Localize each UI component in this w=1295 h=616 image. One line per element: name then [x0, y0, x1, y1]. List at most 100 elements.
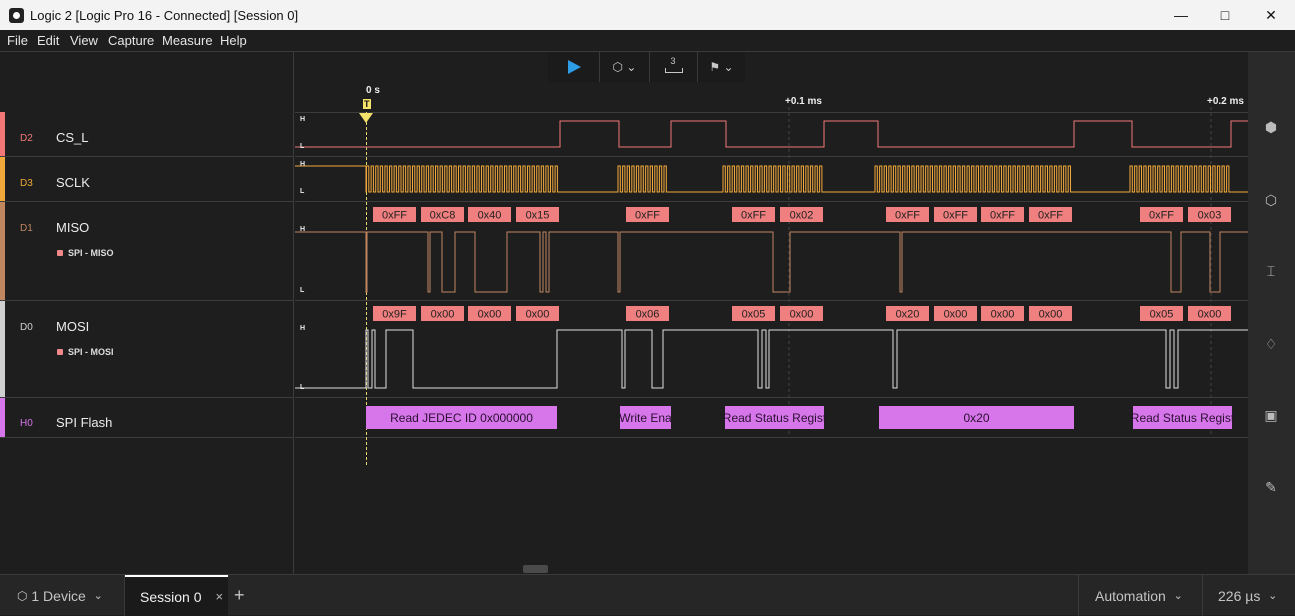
mosi-byte-label: 0x20 — [896, 309, 920, 321]
status-bar: ⬡ 1 Device ⌄ Session 0 × + Automation ⌄ … — [0, 574, 1295, 616]
trigger-label: T — [363, 99, 371, 109]
analyzers-icon[interactable]: ⬡ — [1260, 189, 1282, 211]
tab-session-0[interactable]: Session 0 × — [125, 575, 228, 616]
time-mark-label: +0.1 ms — [785, 96, 822, 107]
waveform-view[interactable]: 0xFF 0xC8 0x40 0x15 0xFF 0xFF 0x02 0xFF 0xFF 0xFF… — [295, 52, 1248, 574]
channel-row-sclk[interactable]: D3 SCLK — [0, 157, 294, 202]
channel-row-mosi[interactable]: D0 MOSI SPI - MOSI — [0, 301, 294, 398]
miso-trace — [295, 231, 1248, 293]
level-low-label: L — [300, 143, 305, 150]
cs-waveform — [295, 120, 1248, 148]
protocol-frames: Read JEDEC ID 0x000000 Write Ena Read Stat… — [366, 406, 1235, 429]
miso-byte-label: 0xFF — [895, 210, 920, 222]
mosi-byte-label: 0x06 — [636, 309, 660, 321]
level-low-label: L — [300, 188, 305, 195]
mosi-byte-label: 0x00 — [431, 309, 455, 321]
channel-id: D3 — [20, 178, 33, 189]
time-zero-label: 0 s — [366, 85, 380, 96]
flash-frame-label: Read Status Regist — [1131, 411, 1235, 425]
menu-capture[interactable]: Capture — [108, 33, 154, 48]
menu-measure[interactable]: Measure — [162, 33, 213, 48]
analyzer-color-swatch — [57, 250, 63, 256]
channel-name: CS_L — [56, 130, 89, 145]
channel-row-cs[interactable]: D2 CS_L — [0, 112, 294, 157]
channel-id: D1 — [20, 223, 33, 234]
miso-byte-label: 0xFF — [990, 210, 1015, 222]
notes-marker-icon[interactable]: ♢ — [1260, 333, 1282, 355]
title-bar: Logic 2 [Logic Pro 16 - Connected] [Sess… — [0, 0, 1295, 30]
channel-row-spi-flash[interactable]: H0 SPI Flash — [0, 398, 294, 438]
sclk-trace — [295, 165, 1248, 193]
channel-color-bar — [0, 202, 5, 300]
trigger-marker-icon[interactable] — [359, 113, 373, 123]
minimize-button[interactable]: — — [1158, 0, 1204, 30]
menu-file[interactable]: File — [7, 33, 28, 48]
analyzer-color-swatch — [57, 349, 63, 355]
waveform-canvas[interactable]: 0xFF 0xC8 0x40 0x15 0xFF 0xFF 0x02 0xFF 0xFF 0xFF… — [295, 52, 1248, 574]
right-sidebar: ⬢ ⬡ ⌶ ♢ ▣ ✎ — [1248, 52, 1295, 574]
mosi-byte-label: 0x00 — [1039, 309, 1063, 321]
vertical-scroll-handle[interactable] — [523, 565, 548, 573]
miso-byte-label: 0xFF — [741, 210, 766, 222]
mosi-byte-label: 0x00 — [526, 309, 550, 321]
chevron-down-icon: ⌄ — [93, 590, 103, 602]
channel-name: SPI Flash — [56, 415, 113, 430]
analyzer-tag-mosi[interactable]: SPI - MOSI — [57, 347, 114, 357]
channel-row-miso[interactable]: D1 MISO SPI - MISO — [0, 202, 294, 301]
close-window-button[interactable]: ✕ — [1248, 0, 1294, 30]
level-high-label: H — [300, 226, 306, 233]
mosi-byte-label: 0x00 — [478, 309, 502, 321]
channel-id: D0 — [20, 322, 33, 333]
device-icon: ⬡ — [17, 588, 28, 603]
maximize-button[interactable]: □ — [1202, 0, 1248, 30]
mosi-byte-label: 0x00 — [1198, 309, 1222, 321]
sclk-waveform — [295, 165, 1248, 193]
miso-byte-label: 0xFF — [943, 210, 968, 222]
menu-view[interactable]: View — [70, 33, 98, 48]
miso-byte-label: 0xC8 — [430, 210, 456, 222]
add-session-button[interactable]: + — [234, 575, 256, 616]
flash-frame-label: Read Status Regist — [723, 411, 827, 425]
channel-name: SCLK — [56, 175, 90, 190]
notes-icon[interactable]: ✎ — [1260, 476, 1282, 498]
mosi-byte-label: 0x00 — [991, 309, 1015, 321]
level-high-label: H — [300, 325, 306, 332]
miso-byte-label: 0xFF — [1149, 210, 1174, 222]
timing-markers-icon[interactable]: ⌶ — [1260, 260, 1282, 282]
chevron-down-icon: ⌄ — [1173, 590, 1183, 602]
extensions-icon[interactable]: ▣ — [1260, 404, 1282, 426]
mosi-trace — [295, 329, 1248, 389]
channel-color-bar — [0, 398, 5, 437]
miso-byte-label: 0xFF — [635, 210, 660, 222]
menu-help[interactable]: Help — [220, 33, 247, 48]
close-tab-button[interactable]: × — [215, 589, 223, 604]
miso-byte-label: 0x15 — [526, 210, 550, 222]
device-selector[interactable]: ⬡ 1 Device ⌄ — [0, 575, 125, 616]
channel-id: D2 — [20, 133, 33, 144]
mosi-byte-label: 0x00 — [944, 309, 968, 321]
miso-byte-label: 0xFF — [382, 210, 407, 222]
device-settings-icon[interactable]: ⬢ — [1260, 116, 1282, 138]
time-mark-label: +0.2 ms — [1207, 96, 1244, 107]
menu-bar: File Edit View Capture Measure Help — [0, 30, 1295, 52]
window-title: Logic 2 [Logic Pro 16 - Connected] [Sess… — [30, 8, 299, 23]
analyzer-tag-miso[interactable]: SPI - MISO — [57, 248, 114, 258]
capture-duration-selector[interactable]: 226 µs ⌄ — [1202, 575, 1295, 616]
channel-color-bar — [0, 112, 5, 156]
mosi-byte-label: 0x05 — [1150, 309, 1174, 321]
automation-menu[interactable]: Automation ⌄ — [1078, 575, 1202, 616]
channel-name: MOSI — [56, 319, 90, 334]
level-high-label: H — [300, 161, 306, 168]
mosi-byte-label: 0x00 — [790, 309, 814, 321]
miso-waveform: 0xFF 0xC8 0x40 0x15 0xFF 0xFF 0x02 0xFF 0xFF 0xFF… — [295, 207, 1248, 293]
menu-edit[interactable]: Edit — [37, 33, 59, 48]
mosi-byte-label: 0x05 — [742, 309, 766, 321]
miso-byte-label: 0x03 — [1198, 210, 1222, 222]
level-low-label: L — [300, 384, 305, 391]
level-low-label: L — [300, 287, 305, 294]
mosi-byte-label: 0x9F — [382, 309, 407, 321]
mosi-waveform: 0x9F 0x00 0x00 0x00 0x06 0x05 0x00 0x20 0x00 0x00… — [295, 306, 1248, 389]
channel-id: H0 — [20, 418, 33, 429]
miso-byte-label: 0x02 — [790, 210, 814, 222]
miso-byte-label: 0x40 — [478, 210, 502, 222]
